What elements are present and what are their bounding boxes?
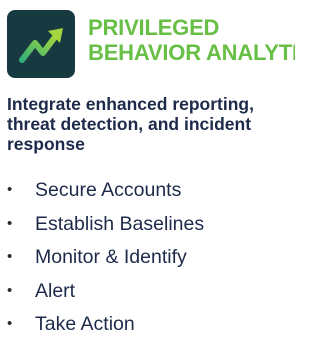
- list-item-label: Secure Accounts: [35, 179, 182, 201]
- list-item-label: Establish Baselines: [35, 212, 205, 235]
- bullet: •: [7, 248, 13, 265]
- bullet: •: [7, 214, 13, 232]
- analytics-logo: [7, 10, 75, 78]
- description-line-1: Integrate enhanced reporting,: [7, 94, 254, 114]
- list-item-label: Alert: [35, 279, 76, 302]
- pba-feature-card: PRIVILEGED BEHAVIOR ANALYTICS Integrate …: [0, 0, 295, 338]
- product-description: Integrate enhanced reporting, threat det…: [7, 94, 295, 154]
- title-line-1: PRIVILEGED: [88, 15, 220, 40]
- product-title: PRIVILEGED BEHAVIOR ANALYTICS: [88, 15, 295, 65]
- bullet: •: [7, 181, 13, 198]
- description-line-2: threat detection, and incident: [7, 114, 252, 134]
- list-item-label: Take Action: [35, 313, 135, 335]
- bullet: •: [7, 281, 13, 299]
- list-item-label: Monitor & Identify: [35, 246, 187, 268]
- title-line-2: BEHAVIOR ANALYTICS: [88, 40, 295, 65]
- description-line-3: response: [7, 134, 85, 154]
- trend-up-arrow-icon: [19, 28, 63, 63]
- bullet: •: [7, 315, 13, 332]
